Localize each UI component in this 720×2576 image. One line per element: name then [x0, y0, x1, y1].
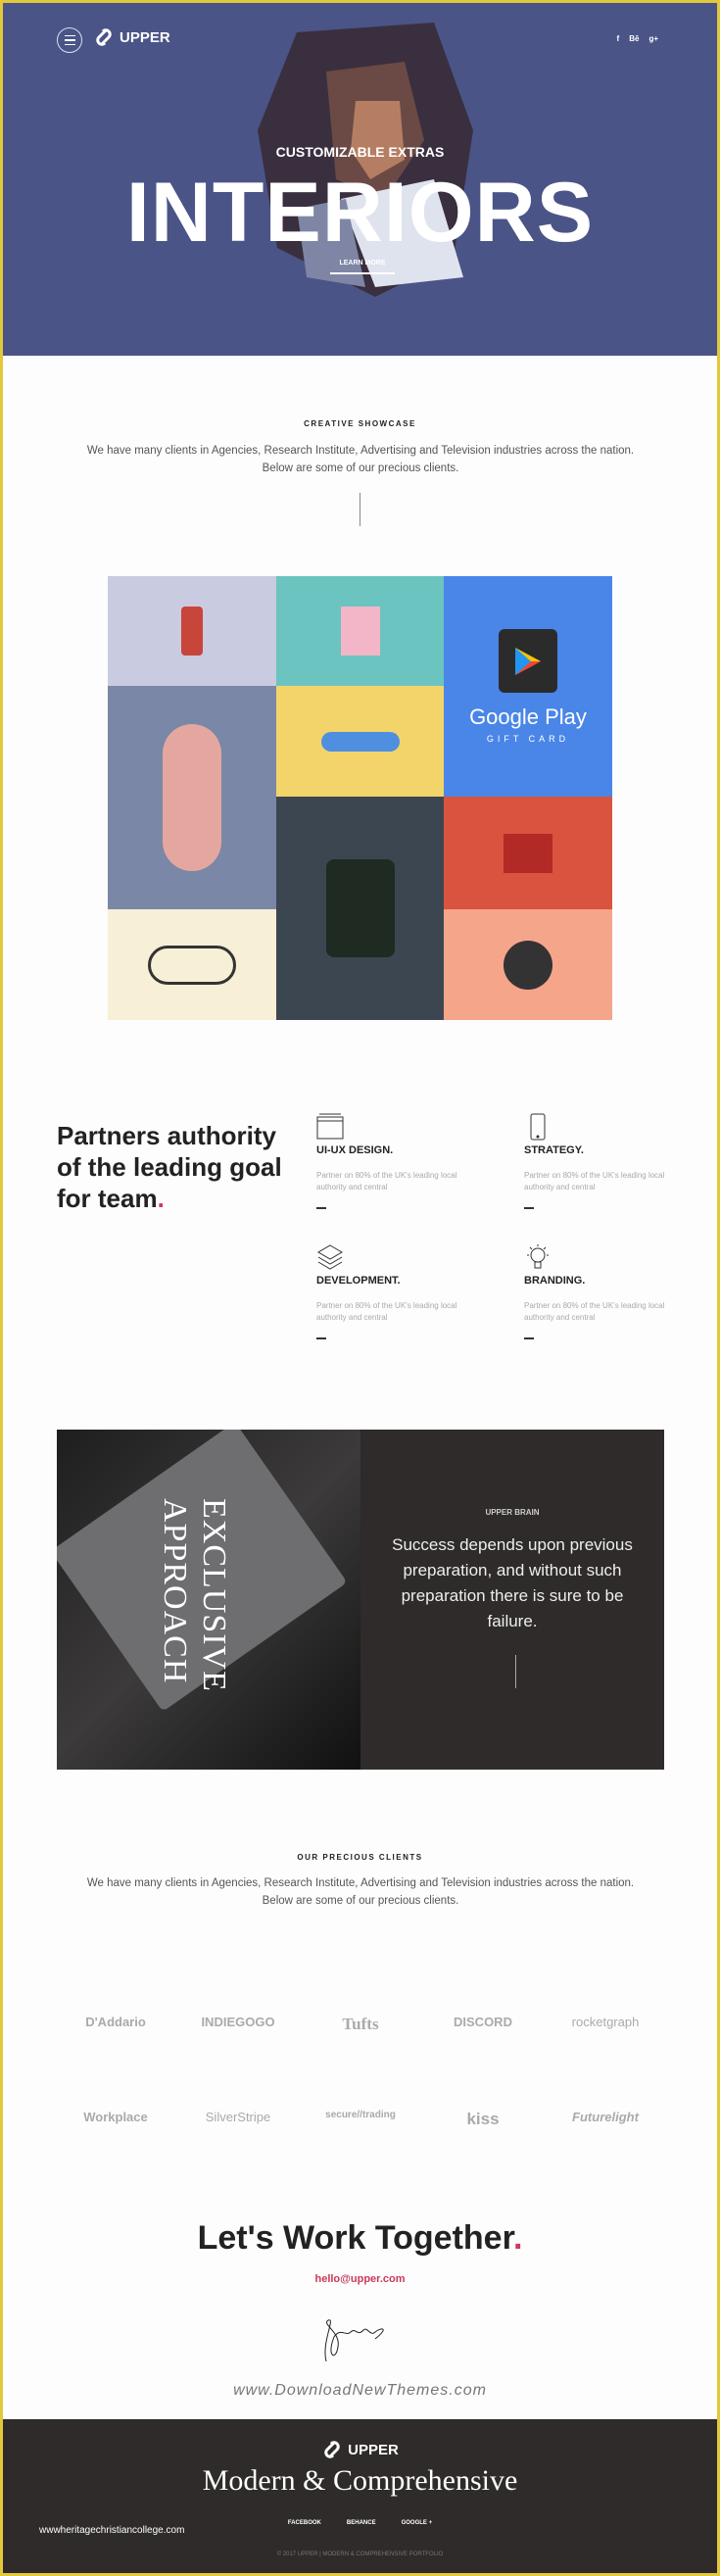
gallery-tile-hands[interactable] [276, 686, 444, 797]
footer-link-google-plus[interactable]: GOOGLE + [402, 2520, 433, 2526]
client-logo: Workplace [83, 2110, 148, 2124]
brand-name: UPPER [120, 28, 170, 46]
gallery-tile-reader[interactable] [276, 576, 444, 686]
watermark-text: wwwheritagechristiancollege.com [39, 2525, 185, 2536]
service-strategy: STRATEGY. Partner on 80% of the UK's lead… [524, 1113, 671, 1209]
footer-logo[interactable]: UPPER [3, 2439, 717, 2460]
showcase-gallery: Google Play GIFT CARD [108, 576, 612, 1020]
learn-more-button[interactable]: LEARN MORE [330, 260, 395, 274]
gallery-tile-spray-can[interactable] [108, 576, 276, 686]
footer-tagline: Modern & Comprehensive [202, 2464, 518, 2497]
client-logos-row-1: D'Addario INDIEGOGO Tufts DISCORD rocket… [62, 2015, 659, 2034]
page: UPPER f Bē g+ CUSTOMIZABLE EXTRAS INTERI… [3, 3, 717, 2573]
gift-card-title: Google Play [469, 705, 587, 729]
laptop-photo: EXCLUSIVE APPROACH [57, 1430, 360, 1770]
divider-line [515, 1655, 516, 1688]
service-ui-ux: UI-UX DESIGN. Partner on 80% of the UK's … [316, 1113, 463, 1209]
brain-kicker: UPPER BRAIN [485, 1508, 540, 1517]
client-logo: secure//trading [325, 2110, 396, 2120]
signature [324, 2319, 384, 2362]
menu-button[interactable] [57, 27, 82, 53]
showcase-kicker: CREATIVE SHOWCASE [304, 419, 416, 428]
client-logo: DISCORD [454, 2015, 512, 2029]
behance-icon[interactable]: Bē [629, 34, 639, 43]
gallery-tile-umbrella[interactable] [444, 909, 612, 1020]
clients-text: We have many clients in Agencies, Resear… [86, 1877, 635, 1907]
exclusive-approach-text: EXCLUSIVE APPROACH [157, 1498, 232, 1692]
service-branding: BRANDING. Partner on 80% of the UK's lead… [524, 1243, 671, 1339]
hero: UPPER f Bē g+ CUSTOMIZABLE EXTRAS INTERI… [3, 3, 717, 356]
upper-brain-section: EXCLUSIVE APPROACH UPPER BRAIN Success de… [57, 1430, 664, 1770]
gallery-tile-bicycle[interactable] [108, 909, 276, 1020]
footer-link-facebook[interactable]: FACEBOOK [288, 2520, 321, 2526]
upper-logo-icon [324, 2440, 340, 2459]
hero-title: INTERIORS [125, 166, 595, 260]
gallery-tile-boots[interactable] [276, 797, 444, 1020]
gallery-tile-google-play[interactable]: Google Play GIFT CARD [444, 576, 612, 797]
client-logo: Futurelight [572, 2110, 639, 2124]
client-logo: SilverStripe [205, 2110, 271, 2124]
footer: UPPER Modern & Comprehensive FACEBOOK BE… [3, 2419, 717, 2573]
logo[interactable]: UPPER [93, 26, 170, 48]
client-logo: D'Addario [85, 2015, 146, 2029]
layout-icon [316, 1113, 344, 1140]
google-plus-icon[interactable]: g+ [648, 34, 658, 43]
upper-logo-icon [96, 27, 112, 47]
copyright: © 2017 UPPER | MODERN & COMPREHENSIVE PO… [276, 2552, 444, 2557]
gallery-tile-blocks[interactable] [444, 797, 612, 909]
quote: Success depends upon previous preparatio… [392, 1535, 633, 1630]
watermark-text: www.DownloadNewThemes.com [233, 2382, 487, 2399]
lightbulb-icon [527, 1244, 549, 1269]
contact-heading: Let's Work Together. [197, 2219, 523, 2257]
google-play-icon [515, 647, 541, 675]
client-logos-row-2: Workplace SilverStripe secure//trading k… [62, 2110, 659, 2129]
hero-subtitle: CUSTOMIZABLE EXTRAS [275, 144, 445, 160]
client-logo: Tufts [342, 2015, 379, 2033]
email-link[interactable]: hello@upper.com [3, 2273, 717, 2285]
facebook-icon[interactable]: f [617, 34, 620, 43]
services-heading: Partners authority of the leading goal f… [57, 1121, 282, 1213]
social-links: f Bē g+ [617, 34, 658, 43]
footer-link-behance[interactable]: BEHANCE [347, 2520, 376, 2526]
gallery-tile-figure[interactable] [108, 686, 276, 909]
client-logo: rocketgraph [571, 2015, 640, 2029]
client-logo: INDIEGOGO [201, 2015, 275, 2029]
service-development: DEVELOPMENT. Partner on 80% of the UK's l… [316, 1243, 463, 1339]
phone-icon [530, 1113, 546, 1141]
clients-kicker: OUR PRECIOUS CLIENTS [297, 1853, 423, 1862]
gift-card-subtitle: GIFT CARD [486, 734, 570, 744]
layers-icon [317, 1244, 343, 1270]
showcase-text: We have many clients in Agencies, Resear… [86, 445, 635, 474]
client-logo: kiss [466, 2110, 500, 2128]
